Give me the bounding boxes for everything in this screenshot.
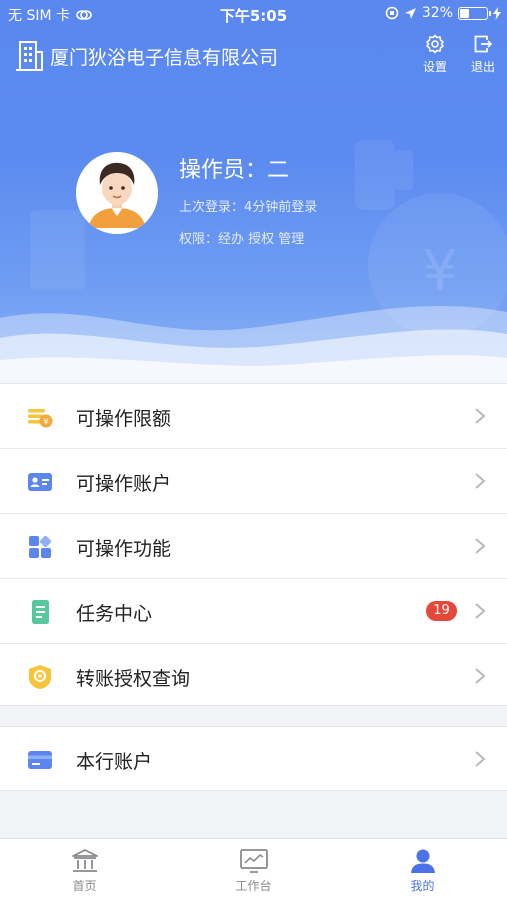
grid-apps-icon: [29, 535, 52, 558]
tab-workbench-label: 工作台: [235, 879, 272, 893]
menu-item-accounts[interactable]: 可操作账户: [0, 449, 507, 514]
chevron-right-icon: [475, 751, 486, 767]
svg-text:¥: ¥: [422, 239, 458, 304]
battery-icon: [458, 6, 491, 20]
profile-header: ¥ 无 SIM 卡 下午5:05 32% 厦门狄浴电子信息有限公司 设置 退出 …: [0, 0, 507, 383]
avatar[interactable]: [76, 152, 158, 234]
menu-group-bank: 本行账户: [0, 726, 507, 791]
tab-workbench[interactable]: 工作台: [169, 839, 338, 900]
menu-item-limits[interactable]: ¥ 可操作限额: [0, 384, 507, 449]
authorization-seal-icon: [29, 665, 51, 689]
coins-icon: ¥: [28, 409, 53, 428]
bank-card-icon: [28, 751, 52, 769]
account-card-icon: [28, 473, 52, 491]
location-arrow-icon: [404, 7, 416, 19]
tab-mine-label: 我的: [410, 879, 435, 893]
task-count-badge: 19: [426, 601, 457, 621]
settings-label: 设置: [422, 60, 447, 74]
settings-button[interactable]: 设置: [423, 34, 447, 75]
company-building-icon: [16, 41, 43, 71]
chevron-right-icon: [475, 668, 486, 684]
tab-home[interactable]: 首页: [0, 839, 169, 900]
menu-label-accounts: 可操作账户: [76, 473, 172, 495]
menu-label-functions: 可操作功能: [76, 538, 172, 560]
chevron-right-icon: [475, 408, 486, 424]
charging-bolt-icon: [493, 6, 501, 20]
permissions-text: 权限：经办 授权 管理: [179, 232, 305, 247]
orientation-lock-icon: [385, 6, 399, 20]
company-name: 厦门狄浴电子信息有限公司: [50, 46, 279, 69]
menu-label-bank-account: 本行账户: [76, 751, 153, 773]
task-list-icon: [32, 600, 49, 624]
last-login-text: 上次登录：4分钟前登录: [179, 200, 318, 215]
svg-text:¥: ¥: [43, 418, 49, 428]
chevron-right-icon: [475, 603, 486, 619]
chevron-right-icon: [475, 538, 486, 554]
top-bar: 厦门狄浴电子信息有限公司 设置 退出: [0, 34, 507, 82]
avatar-illustration: [76, 152, 158, 234]
status-right: 32%: [385, 5, 501, 21]
workbench-chart-icon: [239, 849, 268, 873]
battery-percent: 32%: [421, 5, 453, 21]
operator-name: 操作员：二: [179, 158, 290, 183]
operator-profile: 操作员：二 上次登录：4分钟前登录 权限：经办 授权 管理: [76, 152, 476, 247]
user-profile-icon: [410, 849, 435, 873]
logout-label: 退出: [470, 60, 495, 74]
menu-group-main: ¥ 可操作限额 可操作账户 可操作功能 任务中心 19 转账授权查询: [0, 383, 507, 706]
tab-home-label: 首页: [72, 879, 97, 893]
menu-label-task-center: 任务中心: [76, 603, 153, 625]
menu-label-transfer-auth: 转账授权查询: [76, 668, 191, 690]
bank-building-icon: [71, 849, 98, 872]
bottom-tab-bar: 首页 工作台 我的: [0, 838, 507, 900]
logout-button[interactable]: 退出: [471, 34, 495, 75]
menu-item-functions[interactable]: 可操作功能: [0, 514, 507, 579]
menu-item-bank-account[interactable]: 本行账户: [0, 727, 507, 792]
menu-label-limits: 可操作限额: [76, 408, 172, 430]
menu-item-task-center[interactable]: 任务中心 19: [0, 579, 507, 644]
status-bar: 无 SIM 卡 下午5:05 32%: [0, 0, 507, 28]
top-actions: 设置 退出: [423, 34, 495, 75]
gear-icon: [426, 34, 444, 54]
logout-icon: [474, 35, 493, 53]
company-title: 厦门狄浴电子信息有限公司: [14, 40, 278, 72]
tab-mine[interactable]: 我的: [338, 839, 507, 900]
chevron-right-icon: [475, 473, 486, 489]
menu-item-transfer-auth[interactable]: 转账授权查询: [0, 644, 507, 709]
